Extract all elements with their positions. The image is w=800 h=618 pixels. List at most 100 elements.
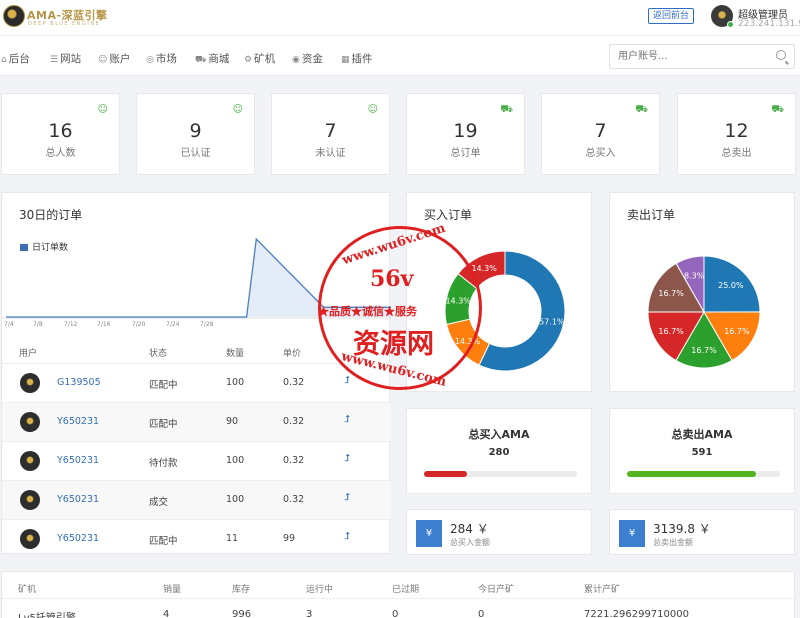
users-icon: ☺ [98,55,108,65]
stat-value: 7 [324,120,337,142]
share-icon[interactable]: ⮥ [344,531,350,542]
gear-icon: ⚙ [244,55,253,65]
table-row: Y650231 待付款 100 0.32 ⮥ [2,441,391,480]
col-header-user: 用户 [19,349,38,359]
miner-col-header: 累计产矿 [584,585,621,595]
search-icon[interactable] [776,50,786,60]
order-status: 成交 [149,497,169,508]
pie-label: 25.0% [718,281,744,290]
miner-col-header: 库存 [232,585,251,595]
user-avatar [20,373,40,393]
miner-expired: 0 [392,609,399,618]
x-tick: 7/24 [166,321,180,328]
pie-label: 57.1% [539,318,565,327]
table-row: Y650231 成交 100 0.32 ⮥ [2,480,391,519]
x-tick: 7/8 [33,321,43,328]
stat-card-total-sell: ⛟ 12 总卖出 [677,93,796,175]
x-tick: 7/16 [97,321,111,328]
user-icon: ☺ [232,104,243,115]
total-sell-progress [627,471,780,477]
user-search-input[interactable] [610,45,760,68]
globe-icon: ◎ [146,55,154,65]
divider [2,598,796,599]
stat-label: 总卖出 [721,148,752,159]
logo-subtitle: DEEP BLUE ENGINE [28,21,101,27]
total-buy-progress [424,471,577,477]
stat-value: 7 [594,120,607,142]
logo-icon[interactable] [3,5,25,27]
table-row: G139505 匹配中 100 0.32 ⮥ [2,363,391,402]
total-buy-card: 总买入AMA 280 [406,408,592,494]
miner-name[interactable]: Lv5托管引擎 [18,609,76,618]
buy-amount-card: ¥ 284 ￥ 总买入金额 [406,509,592,555]
miner-col-header: 矿机 [18,585,37,595]
sell-orders-panel: 卖出订单 25.0% 16.7% 16.7% 16.7% 16.7% 8.3% [609,192,795,392]
user-link[interactable]: Y650231 [57,455,99,466]
yen-icon: ¥ [619,520,645,547]
share-icon[interactable]: ⮥ [344,492,350,503]
nav-item-accounts[interactable]: ☺ 账户 [98,51,130,66]
miner-col-header: 运行中 [306,585,334,595]
home-icon: ⌂ [1,55,7,65]
stat-card-total-users: ☺ 16 总人数 [1,93,120,175]
nav-item-mall[interactable]: ⛟ 商城 [195,51,229,66]
buy-amount-label: 总买入金额 [450,538,490,547]
main-nav: ⌂ 后台 ☰ 网站 ☺ 账户 ◎ 市场 ⛟ 商城 ⚙ 矿机 ◉ 资金 ▦ 插件 [0,36,800,76]
order-price: 99 [283,533,296,544]
x-tick: 7/28 [200,321,214,328]
user-link[interactable]: Y650231 [57,494,99,505]
total-buy-title: 总买入AMA [468,428,530,441]
watermark-big: 56v [370,266,414,292]
user-link[interactable]: Y650231 [57,416,99,427]
share-icon[interactable]: ⮥ [344,453,350,464]
coin-icon: ◉ [292,55,300,65]
stat-value: 16 [48,120,73,142]
stat-value: 19 [453,120,478,142]
user-link[interactable]: Y650231 [57,533,99,544]
order-status: 匹配中 [149,380,178,391]
user-avatar [20,490,40,510]
search-box [609,44,795,69]
stat-value: 12 [724,120,749,142]
online-status-icon [727,21,734,28]
nav-item-site[interactable]: ☰ 网站 [50,51,81,66]
pie-label: 14.3% [471,264,497,273]
order-qty: 11 [226,533,239,544]
stat-label: 总订单 [450,148,481,159]
nav-item-market[interactable]: ◎ 市场 [146,51,177,66]
col-header-price: 单价 [283,349,302,359]
nav-item-plugins[interactable]: ▦ 插件 [341,51,373,66]
order-status: 待付款 [149,458,178,469]
pie-label: 16.7% [658,289,684,298]
user-link[interactable]: G139505 [57,377,101,388]
table-row: Y650231 匹配中 11 99 ⮥ [2,519,391,554]
order-qty: 100 [226,455,245,466]
pie-label: 16.7% [691,346,717,355]
top-header: AMA-深蓝引擎 DEEP BLUE ENGINE 返回前台 超级管理员 223… [0,0,800,36]
miner-total-output: 7221.296299710000 [584,609,689,618]
miner-today-output: 0 [478,609,485,618]
order-status: 匹配中 [149,536,178,547]
stat-label: 已认证 [180,148,211,159]
sell-amount-label: 总卖出金额 [653,538,693,547]
miner-running: 3 [306,609,313,618]
stat-card-total-buy: ⛟ 7 总买入 [541,93,660,175]
order-qty: 100 [226,377,245,388]
order-qty: 90 [226,416,239,427]
user-avatar [20,451,40,471]
miner-stock: 996 [232,609,252,618]
back-to-front-button[interactable]: 返回前台 [648,8,695,24]
share-icon[interactable]: ⮥ [344,414,350,425]
share-icon[interactable]: ⮥ [344,375,350,386]
order-price: 0.32 [283,416,305,427]
nav-item-backend[interactable]: ⌂ 后台 [1,51,30,66]
nav-item-funds[interactable]: ◉ 资金 [292,51,323,66]
yen-icon: ¥ [416,520,442,547]
order-price: 0.32 [283,494,305,505]
stat-card-verified: ☺ 9 已认证 [136,93,255,175]
pie-label: 16.7% [658,327,684,336]
nav-item-miner[interactable]: ⚙ 矿机 [244,51,275,66]
table-row: Y650231 匹配中 90 0.32 ⮥ [2,402,391,441]
total-sell-value: 591 [691,447,713,458]
buy-amount-value: 284 ￥ [450,522,489,536]
